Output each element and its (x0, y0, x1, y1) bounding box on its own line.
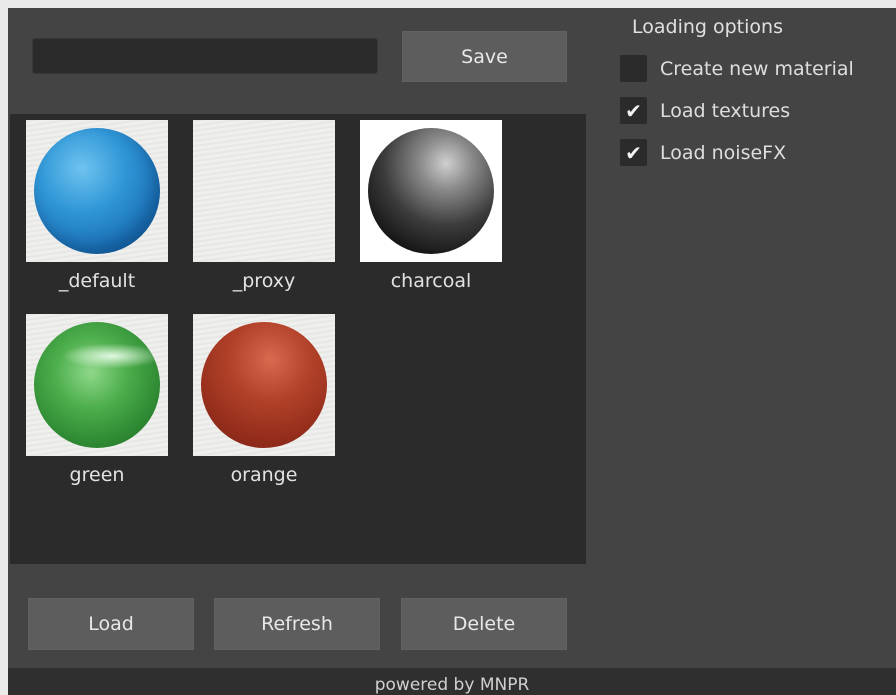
material-thumbnail (193, 314, 335, 456)
sphere-preview-icon (368, 128, 494, 254)
option-load-noisefx[interactable]: ✔ Load noiseFX (620, 139, 786, 166)
material-label: _default (58, 270, 136, 292)
materials-panel: Save _default _proxy charcoal green oran… (8, 8, 608, 668)
sphere-preview-icon (34, 128, 160, 254)
material-tile-green[interactable]: green (26, 314, 168, 488)
option-create-new-material[interactable]: Create new material (620, 55, 854, 82)
delete-button[interactable]: Delete (401, 598, 567, 650)
save-button[interactable]: Save (402, 31, 567, 82)
footer-credit: powered by MNPR (8, 668, 896, 695)
material-tile-orange[interactable]: orange (193, 314, 335, 488)
material-label: orange (230, 464, 298, 486)
material-label: charcoal (390, 270, 472, 292)
checkbox[interactable]: ✔ (620, 97, 647, 124)
material-tile-charcoal[interactable]: charcoal (360, 120, 502, 294)
material-label: _proxy (232, 270, 296, 292)
material-gallery: _default _proxy charcoal green orange (10, 114, 586, 564)
option-load-textures[interactable]: ✔ Load textures (620, 97, 790, 124)
option-label: Load noiseFX (660, 141, 787, 164)
loading-options-panel: Loading options Create new material ✔ Lo… (608, 8, 896, 668)
loading-options-title: Loading options (632, 16, 783, 38)
material-thumbnail (26, 314, 168, 456)
sphere-preview-icon (34, 322, 160, 448)
option-label: Create new material (660, 57, 854, 80)
checkbox[interactable]: ✔ (620, 139, 647, 166)
material-thumbnail (193, 120, 335, 262)
checkmark-icon: ✔ (625, 98, 642, 123)
load-button[interactable]: Load (28, 598, 194, 650)
sphere-preview-icon (201, 322, 327, 448)
refresh-button[interactable]: Refresh (214, 598, 380, 650)
material-name-input[interactable] (32, 38, 378, 74)
material-loader-window: Save _default _proxy charcoal green oran… (8, 8, 896, 695)
checkmark-icon: ✔ (625, 140, 642, 165)
material-label: green (69, 464, 125, 486)
material-thumbnail (360, 120, 502, 262)
material-tile-default[interactable]: _default (26, 120, 168, 294)
option-label: Load textures (660, 99, 791, 122)
material-thumbnail (26, 120, 168, 262)
checkbox[interactable] (620, 55, 647, 82)
material-tile-proxy[interactable]: _proxy (193, 120, 335, 294)
